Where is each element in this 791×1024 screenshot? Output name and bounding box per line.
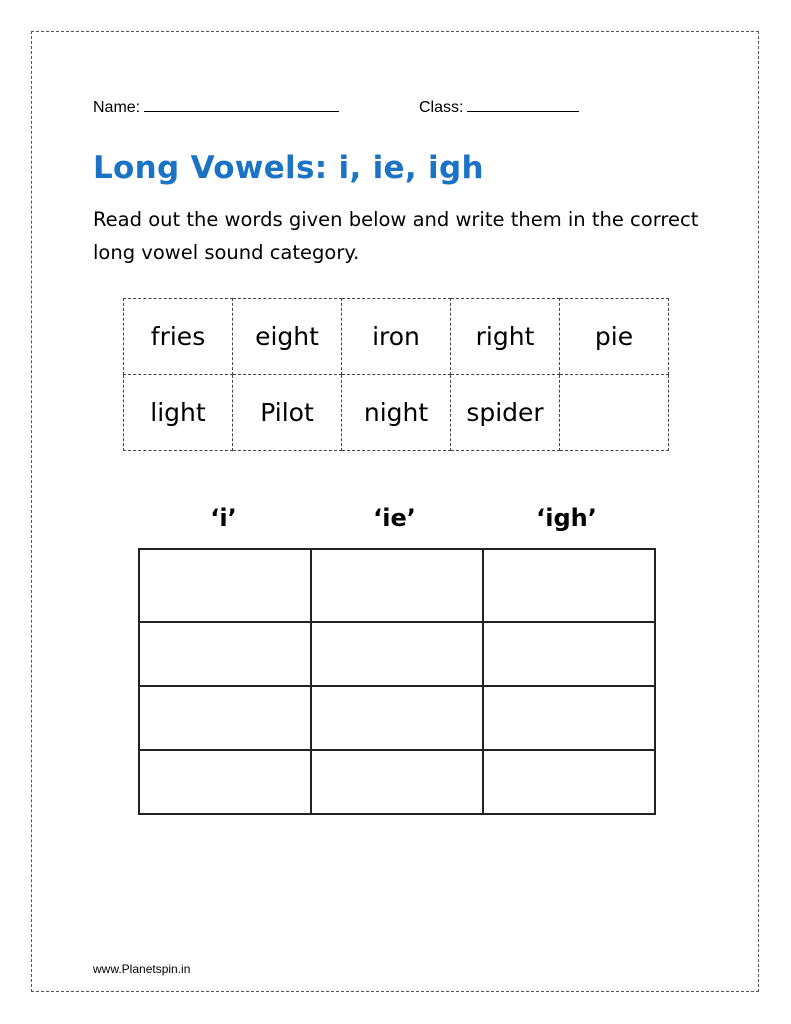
answer-cell-ie[interactable] xyxy=(310,685,484,751)
answer-cell-i[interactable] xyxy=(138,685,312,751)
name-label: Name: xyxy=(93,99,141,116)
answer-grid xyxy=(138,548,656,815)
worksheet-title: Long Vowels: i, ie, igh xyxy=(93,150,484,186)
word-cell: spider xyxy=(450,374,560,451)
footer-website: www.Planetspin.in xyxy=(93,962,191,976)
category-label-i: ‘i’ xyxy=(210,504,237,532)
word-cell: fries xyxy=(123,298,233,375)
answer-cell-ie[interactable] xyxy=(310,749,484,815)
answer-cell-igh[interactable] xyxy=(482,749,656,815)
word-bank-row: fries eight iron right pie xyxy=(123,298,669,375)
answer-cell-ie[interactable] xyxy=(310,621,484,687)
word-cell-empty xyxy=(559,374,669,451)
answer-cell-igh[interactable] xyxy=(482,685,656,751)
answer-row xyxy=(138,621,656,687)
word-bank-table: fries eight iron right pie light Pilot n… xyxy=(123,298,669,451)
answer-cell-i[interactable] xyxy=(138,548,312,623)
answer-row xyxy=(138,548,656,623)
word-bank-row: light Pilot night spider xyxy=(123,374,669,451)
answer-cell-i[interactable] xyxy=(138,749,312,815)
class-label: Class: xyxy=(419,99,464,116)
word-cell: Pilot xyxy=(232,374,342,451)
category-label-igh: ‘igh’ xyxy=(536,504,597,532)
class-field: Class: xyxy=(419,96,580,117)
word-cell: right xyxy=(450,298,560,375)
name-blank-line[interactable] xyxy=(144,96,340,112)
answer-row xyxy=(138,685,656,751)
class-blank-line[interactable] xyxy=(467,96,580,112)
answer-cell-igh[interactable] xyxy=(482,548,656,623)
answer-cell-i[interactable] xyxy=(138,621,312,687)
word-cell: iron xyxy=(341,298,451,375)
word-cell: night xyxy=(341,374,451,451)
answer-cell-ie[interactable] xyxy=(310,548,484,623)
word-cell: pie xyxy=(559,298,669,375)
word-cell: light xyxy=(123,374,233,451)
instructions: Read out the words given below and write… xyxy=(93,208,699,264)
answer-cell-igh[interactable] xyxy=(482,621,656,687)
word-cell: eight xyxy=(232,298,342,375)
answer-row xyxy=(138,749,656,815)
category-label-ie: ‘ie’ xyxy=(373,504,416,532)
name-field: Name: xyxy=(93,96,340,117)
